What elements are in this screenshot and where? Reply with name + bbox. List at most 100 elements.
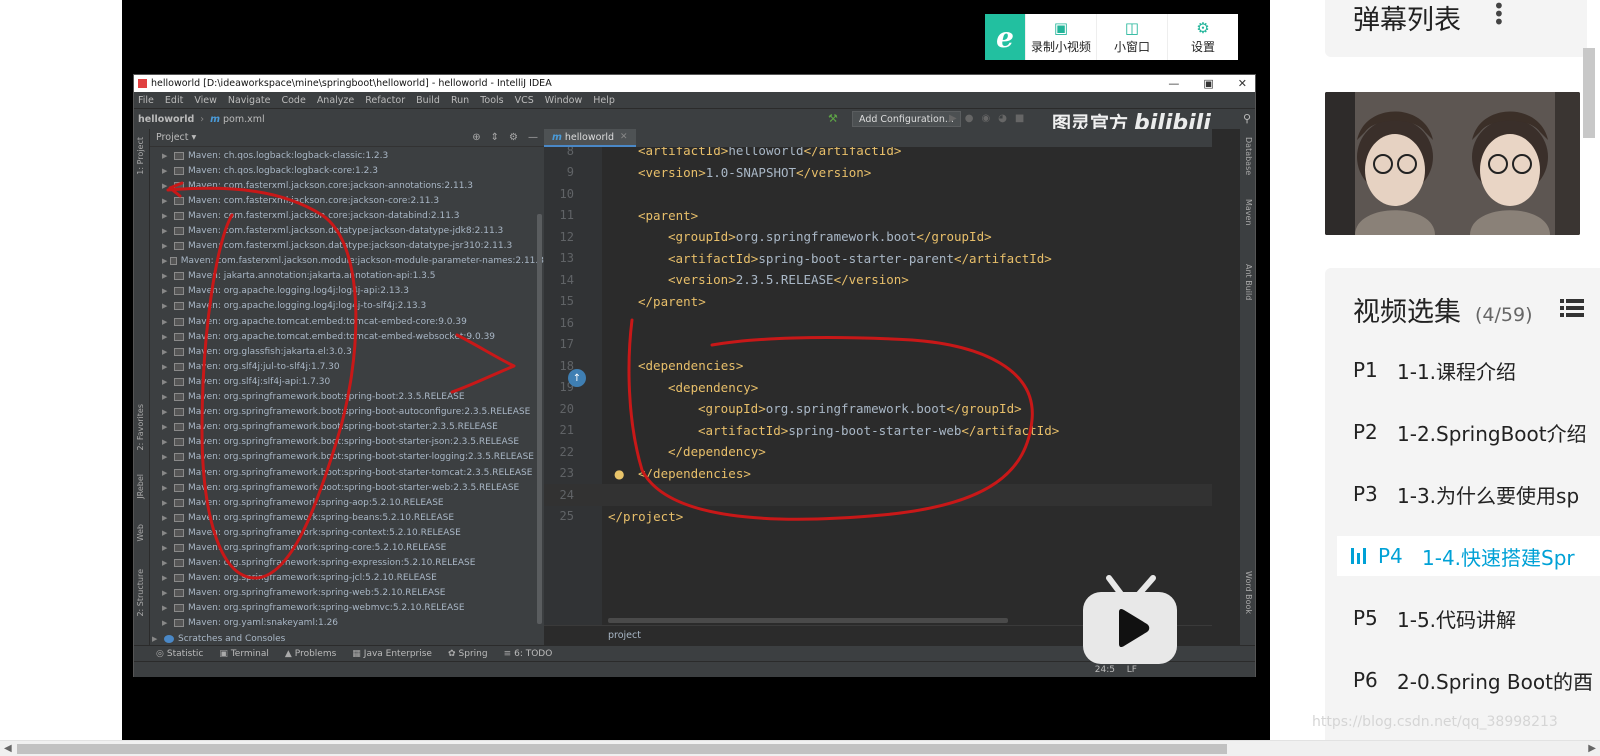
expand-arrow-icon[interactable]: ▶ bbox=[162, 242, 174, 250]
project-tree-item[interactable]: ▶ Maven: org.springframework:spring-expre… bbox=[150, 556, 544, 571]
menu-item-file[interactable]: File bbox=[138, 95, 154, 106]
video-player[interactable]: helloworld [D:\ideaworkspace\mine\spring… bbox=[122, 0, 1270, 740]
ant-build-tool-tab[interactable]: Ant Build bbox=[1244, 264, 1253, 300]
project-tree-item[interactable]: ▶ Maven: org.glassfish:jakarta.el:3.0.3 bbox=[150, 344, 544, 359]
playlist-item[interactable]: P5 1-5.代码讲解 bbox=[1353, 598, 1600, 638]
expand-arrow-icon[interactable]: ▶ bbox=[162, 514, 174, 522]
project-tree-item[interactable]: ▶ Maven: org.apache.logging.log4j:log4j-t… bbox=[150, 299, 544, 314]
expand-arrow-icon[interactable]: ▶ bbox=[162, 544, 174, 552]
debug-icon[interactable]: ● bbox=[965, 113, 974, 124]
gear-icon[interactable]: ⚙ bbox=[509, 132, 518, 143]
run-icon[interactable]: ▶ bbox=[949, 113, 957, 124]
code-area[interactable]: 8 <artifactId>helloworld</artifactId> 9 <ve… bbox=[544, 147, 1212, 625]
expand-arrow-icon[interactable]: ▶ bbox=[162, 378, 174, 386]
menu-item-edit[interactable]: Edit bbox=[165, 95, 183, 106]
tool-window-spring[interactable]: ✿ Spring bbox=[448, 649, 488, 659]
tool-window-terminal[interactable]: ▣ Terminal bbox=[219, 649, 269, 659]
word-book-tool-tab[interactable]: Word Book bbox=[1244, 571, 1253, 614]
editor-horizontal-scrollbar[interactable] bbox=[608, 618, 1008, 623]
menu-item-analyze[interactable]: Analyze bbox=[317, 95, 354, 106]
expand-arrow-icon[interactable]: ▶ bbox=[152, 635, 164, 643]
scroll-right-icon[interactable]: ▶ bbox=[1588, 743, 1596, 754]
expand-arrow-icon[interactable]: ▶ bbox=[162, 167, 174, 175]
project-tree-item[interactable]: ▶ Maven: org.springframework:spring-core:… bbox=[150, 540, 544, 555]
tool-window-statistic[interactable]: ◎ Statistic bbox=[156, 649, 203, 659]
menu-item-build[interactable]: Build bbox=[416, 95, 440, 106]
project-tree-item[interactable]: ▶ Maven: com.fasterxml.jackson.datatype:j… bbox=[150, 223, 544, 238]
stop-icon[interactable]: ■ bbox=[1015, 113, 1024, 124]
project-tree-item[interactable]: ▶ Maven: org.springframework.boot:spring-… bbox=[150, 450, 544, 465]
jrebel-tool-tab[interactable]: JRebel bbox=[136, 474, 145, 499]
expand-arrow-icon[interactable]: ▶ bbox=[162, 272, 174, 280]
expand-arrow-icon[interactable]: ▶ bbox=[162, 393, 174, 401]
project-view-selector[interactable]: Project ▾ bbox=[156, 132, 196, 143]
project-tree-item[interactable]: ▶ Maven: org.springframework.boot:spring-… bbox=[150, 480, 544, 495]
settings-button[interactable]: ⚙ 设置 bbox=[1167, 14, 1238, 60]
expand-arrow-icon[interactable]: ▶ bbox=[162, 348, 174, 356]
expand-arrow-icon[interactable]: ▶ bbox=[162, 438, 174, 446]
search-icon[interactable]: ⚲ bbox=[1243, 112, 1251, 125]
favorites-tool-tab[interactable]: 2: Favorites bbox=[136, 404, 145, 450]
project-tree-item[interactable]: ▶ Maven: org.springframework:spring-jcl:5… bbox=[150, 571, 544, 586]
expand-arrow-icon[interactable]: ▶ bbox=[162, 363, 174, 371]
expand-arrow-icon[interactable]: ▶ bbox=[162, 529, 174, 537]
code-editor[interactable]: m helloworld ✕ 8 <artifactId>helloworld</… bbox=[544, 129, 1212, 645]
project-tree-item[interactable]: ▶ Maven: org.slf4j:jul-to-slf4j:1.7.30 bbox=[150, 359, 544, 374]
project-tree-item[interactable]: ▶ Maven: org.springframework:spring-aop:5… bbox=[150, 495, 544, 510]
expand-arrow-icon[interactable]: ▶ bbox=[162, 453, 174, 461]
expand-arrow-icon[interactable]: ▶ bbox=[162, 257, 170, 265]
project-tree-item[interactable]: ▶ Maven: org.springframework:spring-web:5… bbox=[150, 586, 544, 601]
project-tree-item[interactable]: ▶ Maven: org.apache.logging.log4j:log4j-a… bbox=[150, 284, 544, 299]
project-tree-item[interactable]: ▶ Maven: org.springframework.boot:spring-… bbox=[150, 465, 544, 480]
danmaku-panel[interactable]: 弹幕列表 • • • bbox=[1325, 0, 1587, 57]
maven-tool-tab[interactable]: Maven bbox=[1244, 199, 1253, 226]
expand-arrow-icon[interactable]: ▶ bbox=[162, 227, 174, 235]
more-vertical-icon[interactable]: • • • bbox=[1493, 0, 1505, 32]
scrollbar-thumb[interactable] bbox=[17, 744, 1227, 754]
expand-arrow-icon[interactable]: ▶ bbox=[162, 197, 174, 205]
project-tree-item[interactable]: ▶ Maven: org.springframework:spring-beans… bbox=[150, 510, 544, 525]
project-tree-item[interactable]: ▶ Maven: org.apache.tomcat.embed:tomcat-e… bbox=[150, 314, 544, 329]
page-horizontal-scrollbar[interactable]: ◀ ▶ bbox=[0, 740, 1600, 756]
tool-window-java-enterprise[interactable]: ▦ Java Enterprise bbox=[352, 649, 432, 659]
project-tool-tab[interactable]: 1: Project bbox=[136, 137, 145, 175]
project-tree-item[interactable]: ▶ Maven: jakarta.annotation:jakarta.annot… bbox=[150, 269, 544, 284]
project-tree-item[interactable]: ▶ Maven: org.slf4j:slf4j-api:1.7.30 bbox=[150, 374, 544, 389]
collapse-icon[interactable]: ⇕ bbox=[491, 132, 499, 143]
expand-arrow-icon[interactable]: ▶ bbox=[162, 574, 174, 582]
project-tree-item[interactable]: ▶ Maven: ch.qos.logback:logback-classic:1… bbox=[150, 148, 544, 163]
expand-arrow-icon[interactable]: ▶ bbox=[162, 408, 174, 416]
menu-item-run[interactable]: Run bbox=[451, 95, 469, 106]
page-vertical-scrollbar[interactable] bbox=[1583, 48, 1595, 138]
project-tree-item[interactable]: ▶ Maven: org.springframework.boot:spring-… bbox=[150, 435, 544, 450]
expand-arrow-icon[interactable]: ▶ bbox=[162, 333, 174, 341]
structure-tool-tab[interactable]: 2: Structure bbox=[136, 569, 145, 617]
profile-icon[interactable]: ◕ bbox=[998, 113, 1007, 124]
cursor-position[interactable]: 24:5 bbox=[1095, 665, 1115, 675]
expand-arrow-icon[interactable]: ▶ bbox=[162, 423, 174, 431]
add-configuration-button[interactable]: Add Configuration... bbox=[852, 111, 961, 127]
expand-arrow-icon[interactable]: ▶ bbox=[162, 302, 174, 310]
expand-arrow-icon[interactable]: ▶ bbox=[162, 589, 174, 597]
project-tree-item[interactable]: ▶ Maven: org.springframework:spring-webmv… bbox=[150, 601, 544, 616]
record-clip-button[interactable]: ▣ 录制小视频 bbox=[1025, 14, 1096, 60]
playlist-item[interactable]: P4 1-4.快速搭建Spr bbox=[1337, 536, 1600, 576]
playlist-item[interactable]: P6 2-0.Spring Boot的酉 bbox=[1353, 660, 1600, 700]
expand-arrow-icon[interactable]: ▶ bbox=[162, 287, 174, 295]
database-tool-tab[interactable]: Database bbox=[1244, 137, 1253, 175]
lightbulb-icon[interactable]: ● bbox=[614, 467, 624, 481]
build-hammer-icon[interactable]: ⚒ bbox=[828, 112, 838, 125]
spring-gutter-icon[interactable]: ↑ bbox=[568, 369, 586, 387]
tool-window-6-todo[interactable]: ≡ 6: TODO bbox=[504, 649, 553, 659]
expand-arrow-icon[interactable]: ▶ bbox=[162, 619, 174, 627]
expand-arrow-icon[interactable]: ▶ bbox=[162, 152, 174, 160]
expand-arrow-icon[interactable]: ▶ bbox=[162, 559, 174, 567]
expand-arrow-icon[interactable]: ▶ bbox=[162, 604, 174, 612]
coverage-icon[interactable]: ◉ bbox=[981, 113, 990, 124]
ad-thumbnail[interactable] bbox=[1325, 92, 1580, 235]
scroll-left-icon[interactable]: ◀ bbox=[4, 743, 12, 754]
menu-item-help[interactable]: Help bbox=[593, 95, 615, 106]
scratches-and-consoles[interactable]: ▶ Scratches and Consoles bbox=[150, 631, 544, 645]
project-tree-item[interactable]: ▶ Maven: org.springframework.boot:spring-… bbox=[150, 405, 544, 420]
close-tab-icon[interactable]: ✕ bbox=[620, 132, 628, 142]
